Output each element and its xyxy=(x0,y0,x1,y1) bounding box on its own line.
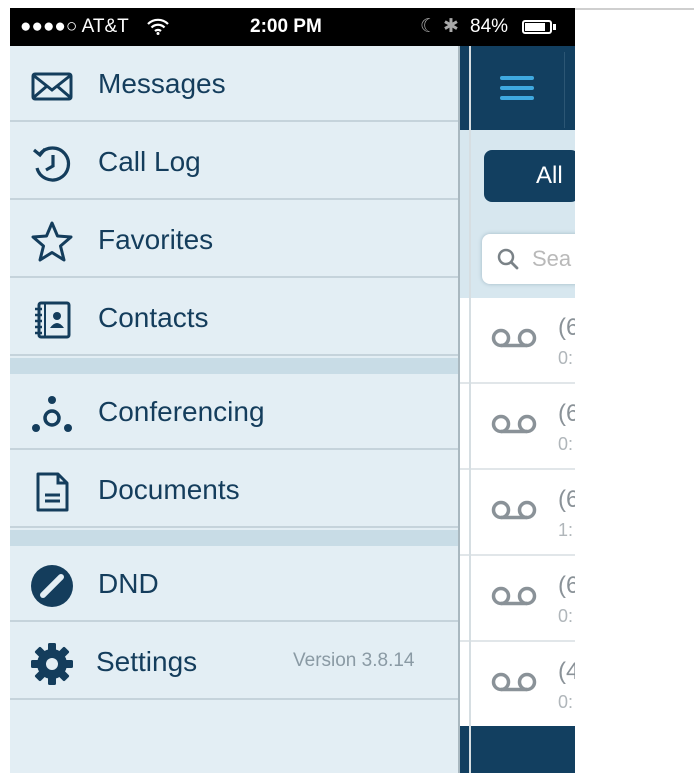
voicemail-icon xyxy=(491,328,537,348)
call-duration: 0: xyxy=(558,434,574,454)
call-duration: 0: xyxy=(558,692,574,712)
menu-item-label: Conferencing xyxy=(98,396,265,427)
caller-number: (6 xyxy=(558,314,575,341)
segment-bar: All xyxy=(460,130,575,220)
voicemail-icon xyxy=(491,414,537,434)
menu-edge-divider xyxy=(469,46,471,773)
menu-item-documents[interactable]: Documents xyxy=(10,452,460,528)
menu-section-divider xyxy=(10,358,460,374)
voicemail-icon xyxy=(491,672,537,692)
menu-edge-divider xyxy=(458,46,460,773)
call-duration: 0: xyxy=(558,348,574,368)
menu-item-messages[interactable]: Messages xyxy=(10,46,460,122)
main-panel: All Sea (6 0: (6 0: (6 1: (6 0: (4 0: xyxy=(460,46,575,773)
envelope-icon xyxy=(30,64,74,108)
phone-screen: ●●●●○ AT&T 2:00 PM ☾ ✱ 84% Messages Call… xyxy=(10,8,575,773)
battery-tip xyxy=(553,24,556,30)
caller-number: (4 xyxy=(558,658,575,685)
menu-item-conferencing[interactable]: Conferencing xyxy=(10,374,460,450)
side-menu: Messages Call Log Favorites Contacts Con… xyxy=(10,46,460,773)
star-icon xyxy=(30,220,74,264)
list-item[interactable]: (6 0: xyxy=(460,556,575,642)
header-divider xyxy=(564,52,565,128)
menu-item-label: Call Log xyxy=(98,146,201,177)
menu-item-label: Contacts xyxy=(98,302,209,333)
caller-number: (6 xyxy=(558,486,575,513)
voicemail-icon xyxy=(491,500,537,520)
list-item[interactable]: (6 1: xyxy=(460,470,575,556)
segment-label: All xyxy=(536,162,563,189)
top-edge-line xyxy=(575,8,694,10)
search-input[interactable]: Sea xyxy=(482,234,575,284)
status-bar: ●●●●○ AT&T 2:00 PM ☾ ✱ 84% xyxy=(10,8,575,46)
menu-section-divider xyxy=(10,530,460,546)
conference-icon xyxy=(30,392,74,436)
call-duration: 1: xyxy=(558,520,574,540)
menu-item-label: Messages xyxy=(98,68,226,99)
menu-item-settings[interactable]: Settings Version 3.8.14 xyxy=(10,624,460,700)
panel-footer xyxy=(460,726,575,773)
list-item[interactable]: (6 0: xyxy=(460,384,575,470)
search-icon xyxy=(497,248,519,270)
caller-number: (6 xyxy=(558,400,575,427)
bluetooth-icon: ✱ xyxy=(443,16,459,37)
battery-icon xyxy=(522,20,552,34)
panel-header xyxy=(460,46,575,130)
clock-label: 2:00 PM xyxy=(250,16,322,37)
caller-number: (6 xyxy=(558,572,575,599)
moon-icon: ☾ xyxy=(420,16,438,37)
menu-item-label: DND xyxy=(98,568,159,599)
call-duration: 0: xyxy=(558,606,574,626)
menu-item-call-log[interactable]: Call Log xyxy=(10,124,460,200)
document-icon xyxy=(30,470,74,514)
search-bar: Sea xyxy=(460,220,575,298)
wifi-icon xyxy=(147,18,169,40)
search-placeholder: Sea xyxy=(532,246,572,271)
segment-all-button[interactable]: All xyxy=(484,150,575,202)
list-item[interactable]: (4 0: xyxy=(460,642,575,728)
menu-item-label: Favorites xyxy=(98,224,214,255)
menu-item-dnd[interactable]: DND xyxy=(10,546,460,622)
gear-icon xyxy=(30,642,74,686)
version-label: Version 3.8.14 xyxy=(293,650,415,671)
menu-item-contacts[interactable]: Contacts xyxy=(10,280,460,356)
menu-item-label: Documents xyxy=(98,474,240,505)
voicemail-icon xyxy=(491,586,537,606)
list-item[interactable]: (6 0: xyxy=(460,298,575,384)
battery-percent: 84% xyxy=(470,16,509,37)
menu-item-favorites[interactable]: Favorites xyxy=(10,202,460,278)
hamburger-icon[interactable] xyxy=(500,76,534,106)
carrier-label: ●●●●○ AT&T xyxy=(20,16,129,37)
clock-history-icon xyxy=(30,142,74,186)
address-book-icon xyxy=(30,298,74,342)
menu-item-label: Settings xyxy=(96,646,198,677)
dnd-icon xyxy=(30,564,74,608)
